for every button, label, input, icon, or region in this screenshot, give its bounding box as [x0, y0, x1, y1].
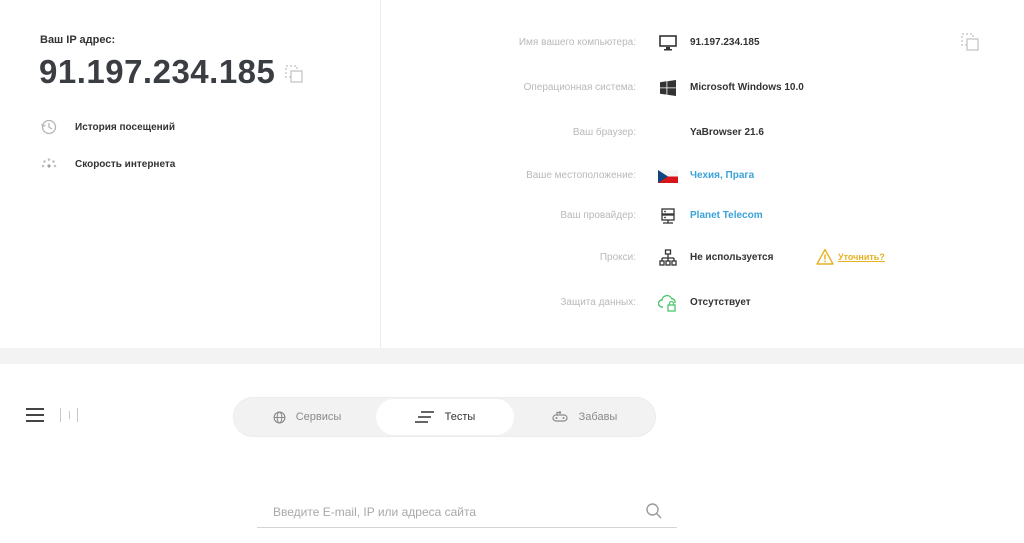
- toy-icon: [551, 410, 569, 424]
- clarify-label: Уточнить?: [838, 252, 885, 262]
- monitor-icon: [658, 33, 678, 53]
- tab-label: Тесты: [444, 411, 476, 423]
- tab-label: Забавы: [578, 411, 618, 423]
- speed-label: Скорость интернета: [75, 158, 176, 170]
- history-link[interactable]: История посещений: [40, 118, 175, 136]
- ip-value: 91.197.234.185: [39, 53, 276, 90]
- info-label: Имя вашего компьютера:: [518, 37, 636, 48]
- info-value: Отсутствует: [690, 297, 751, 308]
- section-tabs: Сервисы Тесты Забавы: [233, 397, 656, 437]
- info-label: Ваш браузер:: [572, 127, 636, 138]
- section-divider: [0, 348, 1024, 364]
- ip-info-panel: Ваш IP адрес: 91.197.234.185 История пос…: [0, 0, 1024, 348]
- search-input[interactable]: [273, 502, 633, 522]
- history-label: История посещений: [75, 121, 175, 133]
- copy-icon[interactable]: [284, 64, 304, 84]
- windows-icon: [658, 78, 678, 98]
- speedometer-icon: [40, 155, 58, 173]
- info-value: Microsoft Windows 10.0: [690, 82, 804, 93]
- info-label: Ваше местоположение:: [526, 170, 636, 181]
- provider-link[interactable]: Planet Telecom: [690, 210, 763, 221]
- info-label: Защита данных:: [560, 297, 636, 308]
- server-icon: [658, 206, 678, 226]
- info-row-os: Операционная система: Microsoft Windows …: [382, 78, 1024, 98]
- globe-icon: [273, 411, 286, 424]
- info-row-browser: Ваш браузер: YaBrowser 21.6: [382, 123, 1024, 143]
- speed-link[interactable]: Скорость интернета: [40, 155, 175, 173]
- tab-label: Сервисы: [295, 411, 342, 423]
- tab-tests[interactable]: Тесты: [376, 399, 514, 435]
- history-icon: [40, 118, 58, 136]
- info-row-computer: Имя вашего компьютера: 91.197.234.185: [382, 33, 1024, 53]
- location-link[interactable]: Чехия, Прага: [690, 170, 754, 181]
- warning-icon: [816, 248, 834, 265]
- info-row-provider: Ваш провайдер: Planet Telecom: [382, 206, 1024, 226]
- tab-services[interactable]: Сервисы: [242, 399, 372, 435]
- info-value: 91.197.234.185: [690, 37, 760, 48]
- menu-button[interactable]: [26, 408, 44, 424]
- network-icon: [658, 248, 678, 268]
- info-row-location: Ваше местоположение: Чехия, Прага: [382, 166, 1024, 186]
- info-label: Ваш провайдер:: [560, 210, 636, 221]
- ip-label: Ваш IP адрес:: [40, 34, 116, 46]
- lines-icon: [414, 410, 435, 424]
- ip-summary: Ваш IP адрес: 91.197.234.185 История пос…: [0, 0, 381, 348]
- tab-fun[interactable]: Забавы: [519, 399, 649, 435]
- bars-icon[interactable]: [60, 408, 78, 424]
- info-label: Прокси:: [599, 252, 636, 263]
- clarify-link[interactable]: Уточнить?: [816, 248, 885, 266]
- info-row-proxy: Прокси: Не используется Уточнить?: [382, 248, 1024, 268]
- cloud-lock-icon: [658, 293, 678, 313]
- info-row-protection: Защита данных: Отсутствует: [382, 293, 1024, 313]
- czech-flag-icon: [658, 166, 678, 186]
- system-info: Имя вашего компьютера: 91.197.234.185 Оп…: [382, 0, 1024, 348]
- info-label: Операционная система:: [523, 82, 636, 93]
- search-bar: [257, 498, 677, 528]
- info-value: YaBrowser 21.6: [690, 127, 764, 138]
- info-value: Не используется: [690, 252, 774, 263]
- search-icon[interactable]: [645, 502, 663, 520]
